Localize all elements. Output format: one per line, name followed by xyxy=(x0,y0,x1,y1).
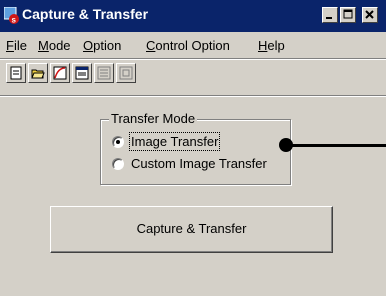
menu-mode[interactable]: Mode xyxy=(38,38,71,53)
toolbar-bottom-divider xyxy=(0,95,386,97)
radio-button-selected[interactable] xyxy=(112,136,124,148)
radio-button-unselected[interactable] xyxy=(112,158,124,170)
menu-help[interactable]: Help xyxy=(258,38,285,53)
list-icon[interactable] xyxy=(94,63,114,83)
menu-control-option[interactable]: Control Option xyxy=(146,38,230,53)
red-curve-icon[interactable] xyxy=(50,63,70,83)
callout-dot xyxy=(279,138,293,152)
radio-label-custom-image-transfer: Custom Image Transfer xyxy=(131,156,267,171)
transfer-mode-legend: Transfer Mode xyxy=(109,111,198,126)
transfer-mode-group xyxy=(100,119,291,185)
document-icon[interactable] xyxy=(6,63,26,83)
maximize-button[interactable] xyxy=(340,7,356,23)
open-folder-icon[interactable] xyxy=(28,63,48,83)
toolbar-divider xyxy=(0,58,386,60)
minimize-button[interactable] xyxy=(322,7,338,23)
app-window: s Capture & Transfer File Mode Option Co… xyxy=(0,0,386,296)
title-bar[interactable]: s Capture & Transfer xyxy=(0,0,386,32)
app-icon: s xyxy=(3,6,20,25)
callout-line xyxy=(287,144,386,147)
close-button[interactable] xyxy=(362,7,378,23)
window-icon[interactable] xyxy=(72,63,92,83)
capture-transfer-button[interactable]: Capture & Transfer xyxy=(50,206,333,253)
menu-option[interactable]: Option xyxy=(83,38,121,53)
svg-text:s: s xyxy=(12,16,17,25)
window-title: Capture & Transfer xyxy=(22,6,149,22)
frame-icon[interactable] xyxy=(116,63,136,83)
menu-bar: File Mode Option Control Option Help xyxy=(0,32,386,58)
radio-label-image-transfer: Image Transfer xyxy=(128,132,221,151)
menu-file[interactable]: File xyxy=(6,38,27,53)
